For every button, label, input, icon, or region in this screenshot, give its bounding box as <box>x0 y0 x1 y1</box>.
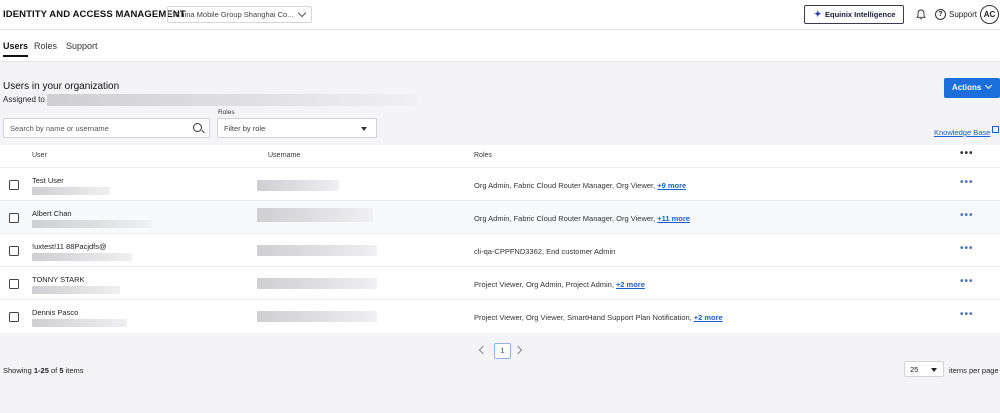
showing-prefix: Showing <box>3 366 32 375</box>
sparkle-icon: ✦ <box>814 9 822 19</box>
roles-cell: Project Viewer, Org Admin, Project Admin… <box>474 280 645 289</box>
search-input[interactable] <box>4 119 184 137</box>
actions-button-label: Actions <box>952 83 982 92</box>
table-row[interactable]: Albert Chan Org Admin, Fabric Cloud Rout… <box>0 200 1000 233</box>
row-checkbox[interactable] <box>9 213 19 223</box>
user-name: !uxtest!11 88Pacjdfs@ <box>32 242 107 251</box>
roles-list: Project Viewer, Org Viewer, SmartHand Su… <box>474 313 692 322</box>
showing-total: 5 <box>59 366 64 375</box>
redacted-email <box>32 319 127 327</box>
more-roles-link[interactable]: +2 more <box>616 280 645 289</box>
equinix-intelligence-button[interactable]: ✦ Equinix Intelligence <box>804 5 904 24</box>
top-bar: IDENTITY AND ACCESS MANAGEMENT China Mob… <box>0 0 1000 30</box>
redacted-username <box>257 278 377 289</box>
chevron-down-icon <box>984 81 993 90</box>
redacted-email <box>32 286 120 294</box>
user-name: Test User <box>32 176 64 185</box>
table-row[interactable]: !uxtest!11 88Pacjdfs@ cli-qa-CPPFND3362,… <box>0 233 1000 266</box>
table-row[interactable]: Test User Org Admin, Fabric Cloud Router… <box>0 167 1000 200</box>
knowledge-base-link[interactable]: Knowledge Base <box>934 128 990 137</box>
caret-down-icon <box>931 368 937 372</box>
equinix-intelligence-label: Equinix Intelligence <box>825 10 896 19</box>
caret-down-icon <box>361 127 367 131</box>
external-link-icon[interactable] <box>992 126 999 133</box>
roles-list: cli-qa-CPPFND3362, End customer Admin <box>474 247 616 256</box>
tab-users[interactable]: Users <box>3 41 29 57</box>
row-options-icon[interactable]: ••• <box>960 177 974 188</box>
roles-filter-label: Roles <box>218 109 235 116</box>
table-row[interactable]: TONNY STARK Project Viewer, Org Admin, P… <box>0 266 1000 299</box>
column-header-roles[interactable]: Roles <box>474 152 492 159</box>
redacted-username <box>257 245 377 256</box>
role-filter-select[interactable]: Filter by role <box>217 118 377 138</box>
row-checkbox[interactable] <box>9 246 19 256</box>
redacted-username <box>257 180 339 191</box>
row-checkbox[interactable] <box>9 180 19 190</box>
support-link[interactable]: Support <box>949 10 977 19</box>
roles-list: Org Admin, Fabric Cloud Router Manager, … <box>474 214 656 223</box>
tab-roles[interactable]: Roles <box>34 41 57 51</box>
app-title: IDENTITY AND ACCESS MANAGEMENT <box>3 9 186 20</box>
role-filter-placeholder: Filter by role <box>224 124 266 133</box>
organization-selector[interactable]: China Mobile Group Shanghai Co... <box>167 6 312 23</box>
redacted-email <box>32 220 152 228</box>
redacted-email <box>32 253 132 261</box>
showing-suffix: items <box>65 366 84 375</box>
roles-cell: Org Admin, Fabric Cloud Router Manager, … <box>474 181 686 190</box>
column-header-user[interactable]: User <box>32 152 47 159</box>
actions-button[interactable]: Actions <box>944 78 1000 98</box>
showing-of: of <box>50 366 58 375</box>
items-per-page-select[interactable]: 25 <box>904 361 944 377</box>
column-options-icon[interactable]: ••• <box>960 148 974 159</box>
user-name: Dennis Pasco <box>32 308 79 317</box>
redacted-username <box>257 208 373 222</box>
next-page-icon[interactable] <box>513 345 523 355</box>
organization-selector-value: China Mobile Group Shanghai Co... <box>175 10 294 19</box>
redacted-assigned-value <box>47 94 417 106</box>
more-roles-link[interactable]: +2 more <box>694 313 723 322</box>
page-title: Users in your organization <box>3 81 120 92</box>
search-field[interactable] <box>3 118 210 138</box>
roles-cell: Project Viewer, Org Viewer, SmartHand Su… <box>474 313 723 322</box>
row-options-icon[interactable]: ••• <box>960 210 974 221</box>
previous-page-icon[interactable] <box>478 345 488 355</box>
row-options-icon[interactable]: ••• <box>960 243 974 254</box>
search-icon[interactable] <box>193 123 202 132</box>
table-row[interactable]: Dennis Pasco Project Viewer, Org Viewer,… <box>0 299 1000 332</box>
row-checkbox[interactable] <box>9 279 19 289</box>
row-checkbox[interactable] <box>9 312 19 322</box>
help-icon[interactable]: ? <box>935 9 946 20</box>
roles-cell: Org Admin, Fabric Cloud Router Manager, … <box>474 214 690 223</box>
chevron-down-icon <box>297 8 307 18</box>
bell-icon[interactable] <box>916 9 926 20</box>
assigned-to-label: Assigned to <box>3 95 45 104</box>
tab-support[interactable]: Support <box>66 41 98 51</box>
row-options-icon[interactable]: ••• <box>960 309 974 320</box>
roles-cell: cli-qa-CPPFND3362, End customer Admin <box>474 247 615 256</box>
showing-items-summary: Showing 1-25 of 5 items <box>3 366 84 375</box>
redacted-username <box>257 311 377 322</box>
showing-range: 1-25 <box>33 366 49 375</box>
user-name: Albert Chan <box>32 209 72 218</box>
roles-list: Org Admin, Fabric Cloud Router Manager, … <box>474 181 656 190</box>
roles-list: Project Viewer, Org Admin, Project Admin… <box>474 280 614 289</box>
page-number-button[interactable]: 1 <box>494 343 511 359</box>
redacted-email <box>32 187 110 195</box>
items-per-page-value: 25 <box>910 365 919 374</box>
user-name: TONNY STARK <box>32 275 85 284</box>
tab-bar: Users Roles Support <box>0 30 1000 62</box>
more-roles-link[interactable]: +9 more <box>657 181 686 190</box>
users-table: User Username Roles ••• Test User Org Ad… <box>0 145 1000 333</box>
items-per-page-label: items per page <box>949 366 999 375</box>
row-options-icon[interactable]: ••• <box>960 276 974 287</box>
column-header-username[interactable]: Username <box>268 152 300 159</box>
more-roles-link[interactable]: +11 more <box>657 214 690 223</box>
avatar[interactable]: AC <box>980 5 999 24</box>
